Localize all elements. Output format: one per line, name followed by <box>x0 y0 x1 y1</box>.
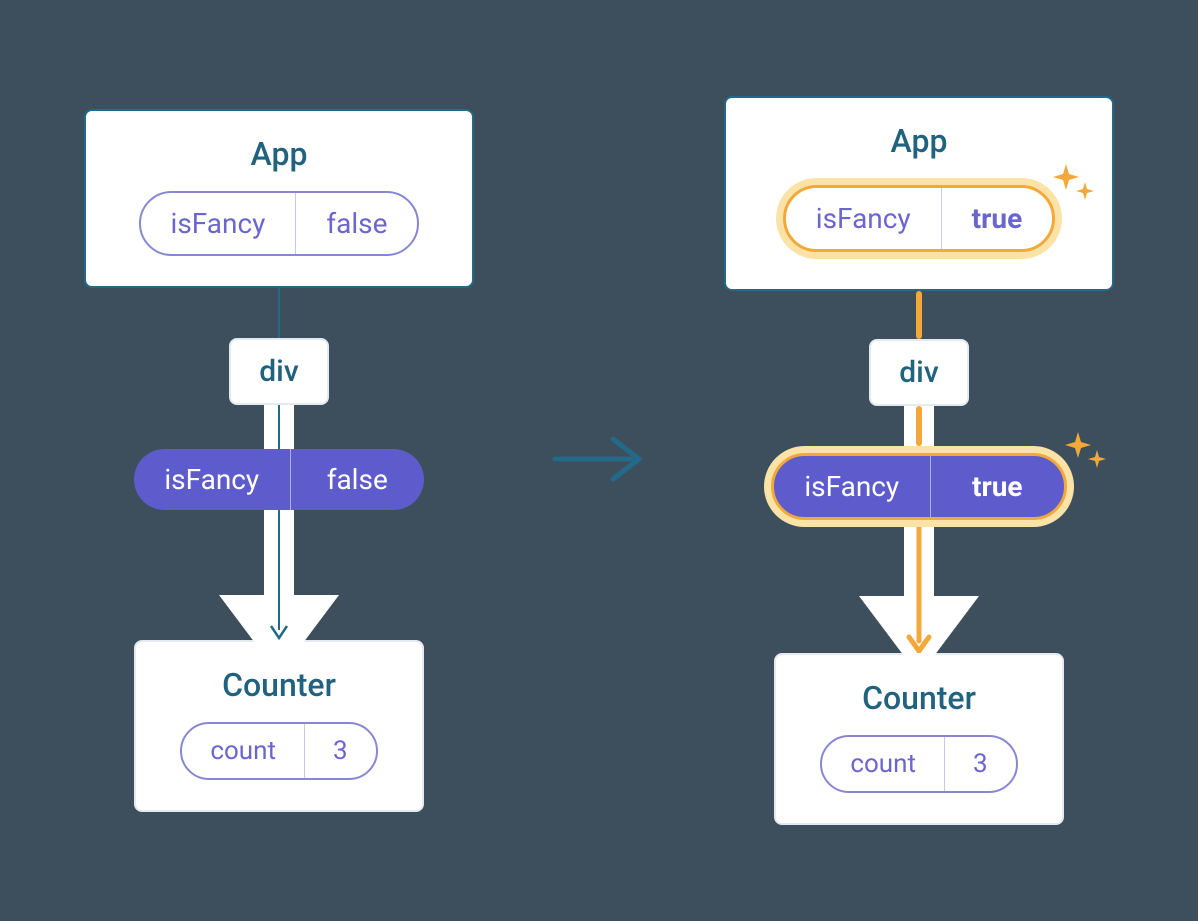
app-state-pill: isFancy false <box>139 191 420 256</box>
state-key: isFancy <box>786 188 941 249</box>
app-title: App <box>891 122 948 160</box>
state-value: false <box>295 193 417 254</box>
connector-line-highlighted <box>916 406 922 446</box>
arrow-down-icon <box>267 510 291 640</box>
prop-value: false <box>290 449 424 510</box>
state-value: 3 <box>944 737 1016 791</box>
state-key: isFancy <box>141 193 296 254</box>
state-value: true <box>941 188 1053 249</box>
before-tree: App isFancy false div isFancy false <box>69 109 489 812</box>
prop-pill-highlighted: isFancy true <box>764 446 1074 527</box>
app-component-box: App isFancy true <box>724 96 1114 291</box>
app-title: App <box>251 135 308 173</box>
state-key: count <box>822 737 944 791</box>
counter-state-pill: count 3 <box>180 722 377 780</box>
state-key: count <box>182 724 304 778</box>
connector-line <box>278 405 280 449</box>
app-component-box: App isFancy false <box>84 109 474 288</box>
state-value: 3 <box>304 724 376 778</box>
prop-pill: isFancy false <box>134 449 424 510</box>
prop-key: isFancy <box>774 456 930 517</box>
counter-state-pill: count 3 <box>820 735 1017 793</box>
div-element-box: div <box>229 338 328 405</box>
connector-line <box>278 288 280 338</box>
div-label: div <box>259 354 298 389</box>
transition-arrow-icon <box>549 429 649 493</box>
prop-key: isFancy <box>134 449 290 510</box>
after-tree: App isFancy true div isFancy <box>709 96 1129 825</box>
app-state-pill-highlighted: isFancy true <box>776 178 1062 259</box>
arrow-down-highlighted-icon <box>904 527 934 653</box>
div-label: div <box>899 355 938 390</box>
sparkle-icon <box>1050 160 1096 206</box>
prop-value: true <box>930 456 1064 517</box>
div-element-box: div <box>869 339 968 406</box>
sparkle-icon <box>1062 428 1108 474</box>
connector-line-highlighted <box>916 291 922 339</box>
